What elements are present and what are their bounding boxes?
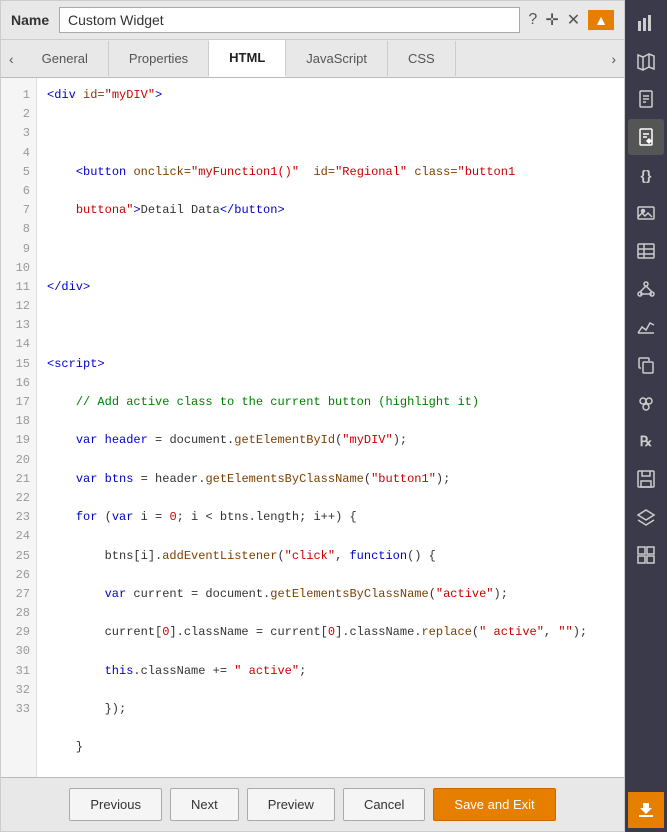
tab-general[interactable]: General [22,41,109,76]
preview-button[interactable]: Preview [247,788,335,821]
save-exit-button[interactable]: Save and Exit [433,788,555,821]
network-icon[interactable] [628,271,664,307]
image-icon[interactable] [628,195,664,231]
table-icon[interactable] [628,233,664,269]
document-icon[interactable] [628,81,664,117]
line-numbers: 12345 678910 1112131415 1617181920 21222… [1,78,37,777]
tab-javascript[interactable]: JavaScript [286,41,388,76]
code-editor: 12345 678910 1112131415 1617181920 21222… [1,78,624,777]
footer: Previous Next Preview Cancel Save and Ex… [1,777,624,831]
map-icon[interactable] [628,43,664,79]
tab-html[interactable]: HTML [209,40,286,77]
save-icon[interactable] [628,461,664,497]
name-input[interactable] [59,7,520,33]
previous-button[interactable]: Previous [69,788,162,821]
cancel-button[interactable]: Cancel [343,788,425,821]
move-icon[interactable]: ✛ [545,10,558,30]
name-label: Name [11,12,51,28]
tabs-bar: ‹ General Properties HTML JavaScript CSS… [1,40,624,78]
braces-icon[interactable]: {} [628,157,664,193]
tab-next-arrow[interactable]: › [603,43,624,75]
grid-icon[interactable] [628,537,664,573]
chart-bar-icon[interactable] [628,5,664,41]
tab-properties[interactable]: Properties [109,41,209,76]
code-content[interactable]: <div id="myDIV"> <button onclick="myFunc… [37,78,624,777]
close-icon[interactable]: ✕ [567,10,580,30]
file-edit-icon[interactable] [628,119,664,155]
group-icon[interactable] [628,385,664,421]
tab-css[interactable]: CSS [388,41,456,76]
header: Name ? ✛ ✕ ▲ [1,1,624,40]
tab-prev-arrow[interactable]: ‹ [1,43,22,75]
rx-icon[interactable]: ℞ [628,423,664,459]
right-sidebar: {} ℞ [625,0,667,832]
upload-icon[interactable]: ▲ [588,10,614,30]
next-button[interactable]: Next [170,788,239,821]
header-icons: ? ✛ ✕ ▲ [528,10,614,30]
chart-line-icon[interactable] [628,309,664,345]
layers-icon[interactable] [628,499,664,535]
download-icon[interactable] [628,792,664,828]
copy-icon[interactable] [628,347,664,383]
help-icon[interactable]: ? [528,11,537,29]
